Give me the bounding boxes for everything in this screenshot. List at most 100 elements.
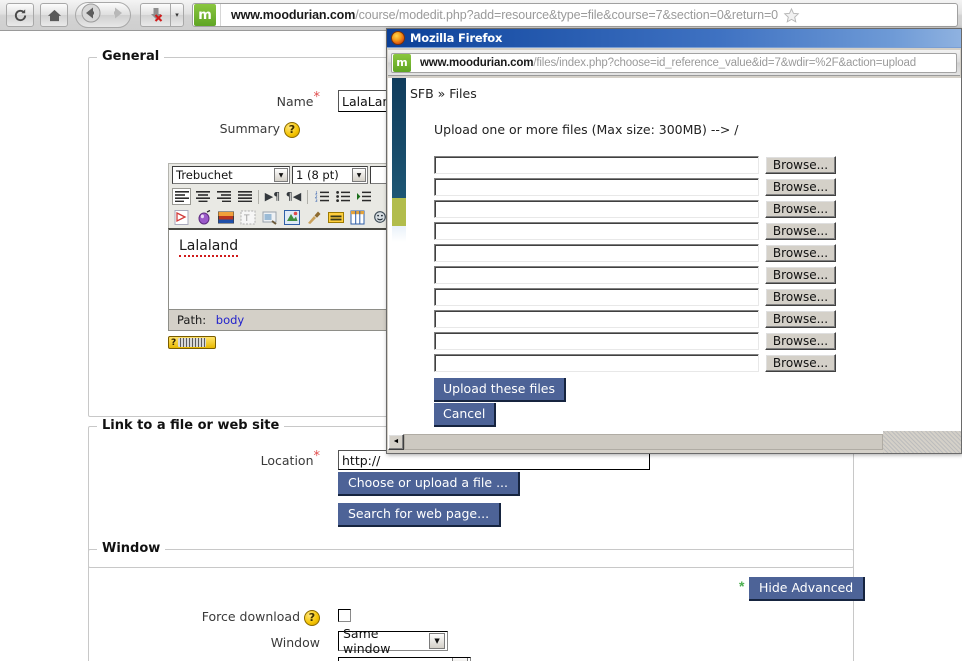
align-left-icon[interactable]: [172, 188, 191, 205]
file-upload-popup-window[interactable]: Mozilla Firefox m www.moodurian.com/file…: [386, 28, 962, 454]
file-path-input-10[interactable]: [434, 354, 759, 372]
direction-ltr-icon[interactable]: ▶¶: [263, 188, 282, 205]
browser-toolbar: ▾ m www.moodurian.com/course/modedit.php…: [0, 0, 962, 31]
window-extra-select[interactable]: [338, 657, 471, 661]
location-required-star: *: [313, 448, 321, 464]
popup-right-gutter: [942, 78, 961, 435]
align-justify-icon[interactable]: [235, 188, 254, 205]
accessibility-help-button[interactable]: ?: [168, 336, 216, 349]
browse-button-9[interactable]: Browse...: [765, 332, 836, 350]
browse-button-7[interactable]: Browse...: [765, 288, 836, 306]
file-path-input-9[interactable]: [434, 332, 759, 350]
cancel-button[interactable]: Cancel: [434, 403, 497, 427]
upload-these-files-button[interactable]: Upload these files: [434, 378, 567, 402]
horizontal-rule-icon[interactable]: [326, 209, 345, 226]
forward-button[interactable]: [110, 5, 126, 26]
file-path-input-3[interactable]: [434, 200, 759, 218]
browse-button-10[interactable]: Browse...: [765, 354, 836, 372]
moodle-site-icon: m: [393, 53, 411, 72]
browse-button-1[interactable]: Browse...: [765, 156, 836, 174]
upload-row: Browse...: [434, 178, 836, 196]
indent-icon[interactable]: [354, 188, 373, 205]
insert-table-icon[interactable]: [348, 209, 367, 226]
path-element-body[interactable]: body: [216, 313, 244, 327]
hide-advanced-button[interactable]: Hide Advanced: [749, 577, 866, 601]
file-path-input-8[interactable]: [434, 310, 759, 328]
link-legend: Link to a file or web site: [97, 418, 285, 433]
summary-label-text: Summary: [219, 121, 281, 136]
url-path: /course/modedit.php?add=resource&type=fi…: [355, 8, 779, 22]
choose-or-upload-file-button[interactable]: Choose or upload a file ...: [338, 472, 520, 496]
chevron-down-icon[interactable]: ▼: [274, 168, 288, 182]
ordered-list-icon[interactable]: 123: [312, 188, 331, 205]
back-button[interactable]: [81, 3, 101, 28]
bookmark-star-button[interactable]: [778, 4, 804, 26]
chevron-down-icon[interactable]: ▼: [429, 633, 445, 649]
upload-row: Browse...: [434, 310, 836, 328]
popup-title-bar[interactable]: Mozilla Firefox: [387, 29, 961, 48]
moodle-site-icon: m: [194, 4, 216, 26]
browse-button-8[interactable]: Browse...: [765, 310, 836, 328]
browse-button-4[interactable]: Browse...: [765, 222, 836, 240]
general-legend: General: [97, 49, 165, 64]
file-path-input-7[interactable]: [434, 288, 759, 306]
editor-content-area[interactable]: Lalaland: [168, 228, 398, 310]
chevron-down-icon[interactable]: ▼: [352, 168, 366, 182]
location-label: Location*: [190, 450, 320, 468]
font-size-value: 1 (8 pt): [296, 168, 339, 182]
insert-snapshot-icon[interactable]: [260, 209, 279, 226]
browse-button-5[interactable]: Browse...: [765, 244, 836, 262]
address-bar[interactable]: m www.moodurian.com/course/modedit.php?a…: [192, 3, 958, 27]
unordered-list-icon[interactable]: [333, 188, 352, 205]
force-download-label: Force download ?: [180, 609, 320, 626]
browse-button-6[interactable]: Browse...: [765, 266, 836, 284]
scroll-track[interactable]: [404, 433, 883, 450]
summary-help-icon[interactable]: ?: [284, 121, 300, 138]
insert-pdf-icon[interactable]: [172, 209, 191, 226]
clean-html-icon[interactable]: [304, 209, 323, 226]
popup-resize-grip[interactable]: [883, 431, 961, 453]
reload-button[interactable]: [6, 3, 34, 27]
file-path-input-6[interactable]: [434, 266, 759, 284]
download-icon: [150, 8, 162, 22]
keyboard-icon: [178, 338, 207, 347]
downloads-button[interactable]: [140, 3, 170, 27]
font-family-value: Trebuchet: [176, 168, 233, 182]
name-label-text: Name: [276, 94, 314, 109]
address-bar-text: www.moodurian.com/course/modedit.php?add…: [221, 8, 778, 22]
force-download-checkbox[interactable]: [338, 609, 351, 622]
popup-page-content: SFB » Files Upload one or more files (Ma…: [388, 78, 943, 433]
file-path-input-2[interactable]: [434, 178, 759, 196]
window-mode-select[interactable]: Same window ▼: [338, 626, 448, 656]
popup-horizontal-scrollbar[interactable]: ◄: [388, 433, 883, 450]
browse-button-3[interactable]: Browse...: [765, 200, 836, 218]
home-button[interactable]: [40, 3, 68, 27]
font-family-select[interactable]: Trebuchet ▼: [172, 166, 290, 184]
reload-icon: [14, 8, 26, 21]
align-center-icon[interactable]: [193, 188, 212, 205]
insert-image-icon[interactable]: [216, 209, 235, 226]
popup-url-path: /files/index.php?choose=id_reference_val…: [533, 56, 916, 69]
chevron-down-icon[interactable]: [452, 658, 468, 661]
upload-row: Browse...: [434, 288, 836, 306]
downloads-dropdown-button[interactable]: ▾: [170, 3, 184, 27]
force-download-help-icon[interactable]: ?: [304, 609, 320, 626]
direction-rtl-icon[interactable]: ¶◀: [284, 188, 303, 205]
firefox-icon: [391, 31, 405, 45]
home-icon: [47, 9, 61, 21]
browse-button-2[interactable]: Browse...: [765, 178, 836, 196]
editor-toolbar-row-2: ▶¶ ¶◀ 123: [168, 186, 398, 207]
back-forward-group[interactable]: [75, 2, 131, 28]
window-mode-label: Window: [220, 635, 320, 650]
file-path-input-4[interactable]: [434, 222, 759, 240]
file-path-input-5[interactable]: [434, 244, 759, 262]
search-for-web-page-button[interactable]: Search for web page...: [338, 503, 502, 527]
align-right-icon[interactable]: [214, 188, 233, 205]
insert-text-box-icon[interactable]: T: [238, 209, 257, 226]
scroll-left-arrow-icon[interactable]: ◄: [388, 433, 404, 450]
popup-address-bar[interactable]: m www.moodurian.com/files/index.php?choo…: [391, 52, 957, 73]
file-path-input-1[interactable]: [434, 156, 759, 174]
insert-link-icon[interactable]: [282, 209, 301, 226]
insert-media-icon[interactable]: [194, 209, 213, 226]
font-size-select[interactable]: 1 (8 pt) ▼: [292, 166, 368, 184]
